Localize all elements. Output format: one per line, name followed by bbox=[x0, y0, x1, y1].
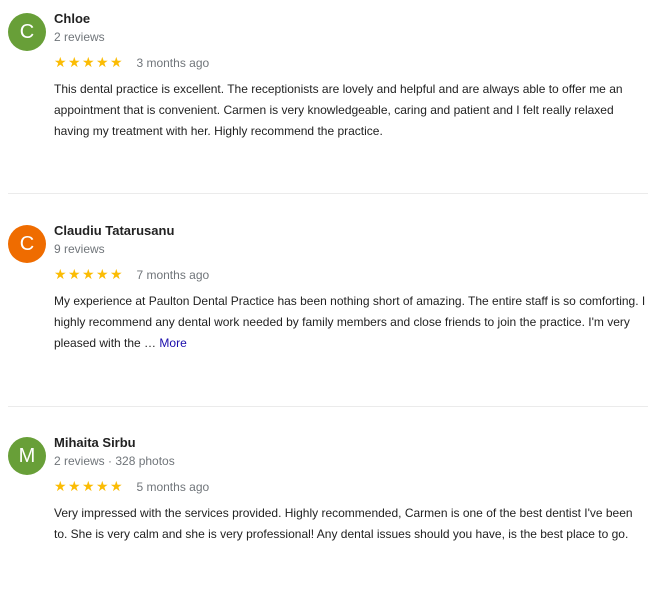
rating-row: ★ ★ ★ ★ ★ 3 months ago bbox=[54, 54, 209, 70]
star-icon: ★ bbox=[54, 54, 67, 71]
review-text: This dental practice is excellent. The r… bbox=[54, 82, 623, 138]
star-icon: ★ bbox=[68, 266, 81, 283]
rating-row: ★ ★ ★ ★ ★ 5 months ago bbox=[54, 478, 209, 494]
divider bbox=[8, 406, 648, 407]
reviewer-meta: 2 reviews · 328 photos bbox=[54, 454, 175, 468]
rating-row: ★ ★ ★ ★ ★ 7 months ago bbox=[54, 266, 209, 282]
star-rating: ★ ★ ★ ★ ★ bbox=[54, 54, 124, 71]
avatar[interactable]: M bbox=[8, 437, 46, 475]
star-icon: ★ bbox=[68, 54, 81, 71]
star-icon: ★ bbox=[68, 478, 81, 495]
star-icon: ★ bbox=[96, 478, 109, 495]
divider bbox=[8, 193, 648, 194]
star-icon: ★ bbox=[82, 54, 95, 71]
star-icon: ★ bbox=[82, 478, 95, 495]
reviewer-name[interactable]: Mihaita Sirbu bbox=[54, 435, 136, 450]
avatar[interactable]: C bbox=[8, 13, 46, 51]
review-time: 7 months ago bbox=[136, 267, 210, 282]
star-icon: ★ bbox=[110, 478, 123, 495]
reviewer-meta: 2 reviews bbox=[54, 30, 105, 44]
review-time: 3 months ago bbox=[136, 55, 210, 70]
star-rating: ★ ★ ★ ★ ★ bbox=[54, 266, 124, 283]
star-icon: ★ bbox=[110, 54, 123, 71]
reviewer-name[interactable]: Chloe bbox=[54, 11, 90, 26]
more-link[interactable]: More bbox=[159, 336, 186, 350]
star-icon: ★ bbox=[110, 266, 123, 283]
star-icon: ★ bbox=[82, 266, 95, 283]
star-icon: ★ bbox=[96, 266, 109, 283]
star-rating: ★ ★ ★ ★ ★ bbox=[54, 478, 124, 495]
avatar[interactable]: C bbox=[8, 225, 46, 263]
star-icon: ★ bbox=[54, 478, 67, 495]
star-icon: ★ bbox=[96, 54, 109, 71]
star-icon: ★ bbox=[54, 266, 67, 283]
review-time: 5 months ago bbox=[136, 479, 210, 494]
reviewer-meta: 9 reviews bbox=[54, 242, 105, 256]
review-text: My experience at Paulton Dental Practice… bbox=[54, 294, 646, 350]
reviewer-name[interactable]: Claudiu Tatarusanu bbox=[54, 223, 174, 238]
review-text-container: My experience at Paulton Dental Practice… bbox=[54, 291, 648, 354]
review-text: Very impressed with the services provide… bbox=[54, 506, 633, 541]
